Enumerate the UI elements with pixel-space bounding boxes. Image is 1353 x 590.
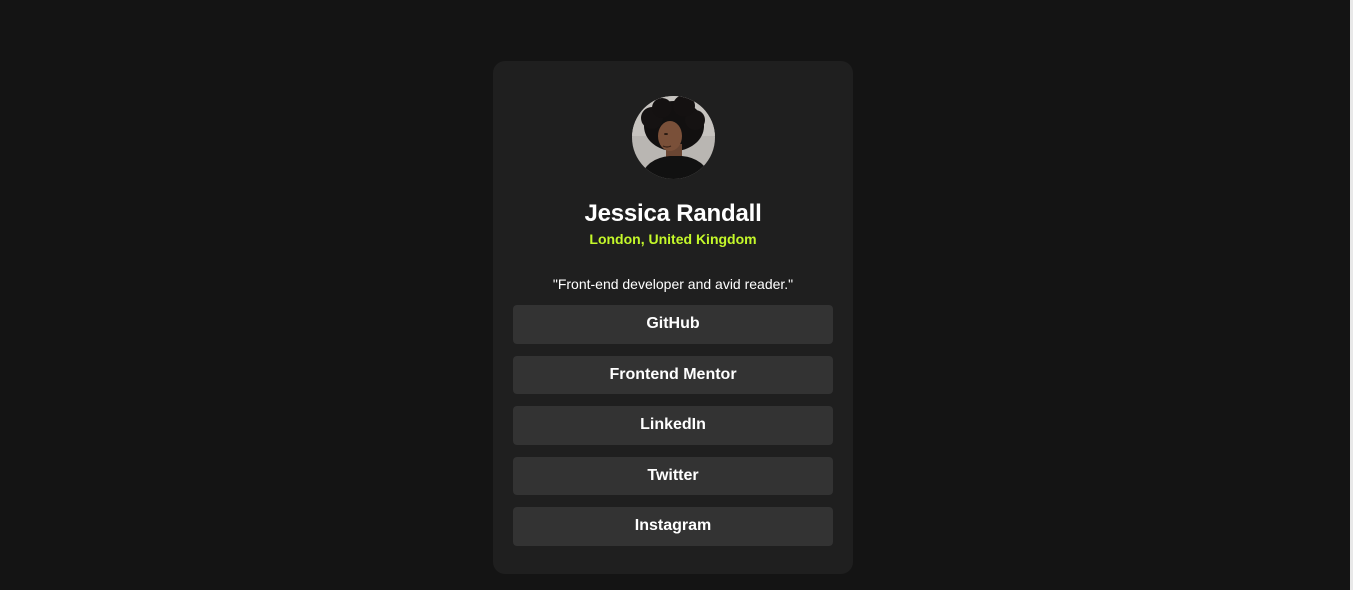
- github-link-button[interactable]: GitHub: [513, 305, 833, 344]
- avatar: [631, 96, 715, 179]
- social-links: GitHub Frontend Mentor LinkedIn Twitter …: [513, 305, 833, 546]
- profile-name: Jessica Randall: [584, 200, 762, 227]
- profile-bio: "Front-end developer and avid reader.": [552, 276, 794, 292]
- page: Jessica Randall London, United Kingdom "…: [0, 0, 1353, 590]
- twitter-link-button[interactable]: Twitter: [513, 456, 833, 495]
- linkedin-link-button[interactable]: LinkedIn: [513, 406, 833, 445]
- profile-location: London, United Kingdom: [589, 231, 757, 247]
- profile-card: Jessica Randall London, United Kingdom "…: [493, 61, 853, 574]
- avatar-image: [631, 96, 715, 179]
- frontend-mentor-link-button[interactable]: Frontend Mentor: [513, 355, 833, 394]
- instagram-link-button[interactable]: Instagram: [513, 507, 833, 546]
